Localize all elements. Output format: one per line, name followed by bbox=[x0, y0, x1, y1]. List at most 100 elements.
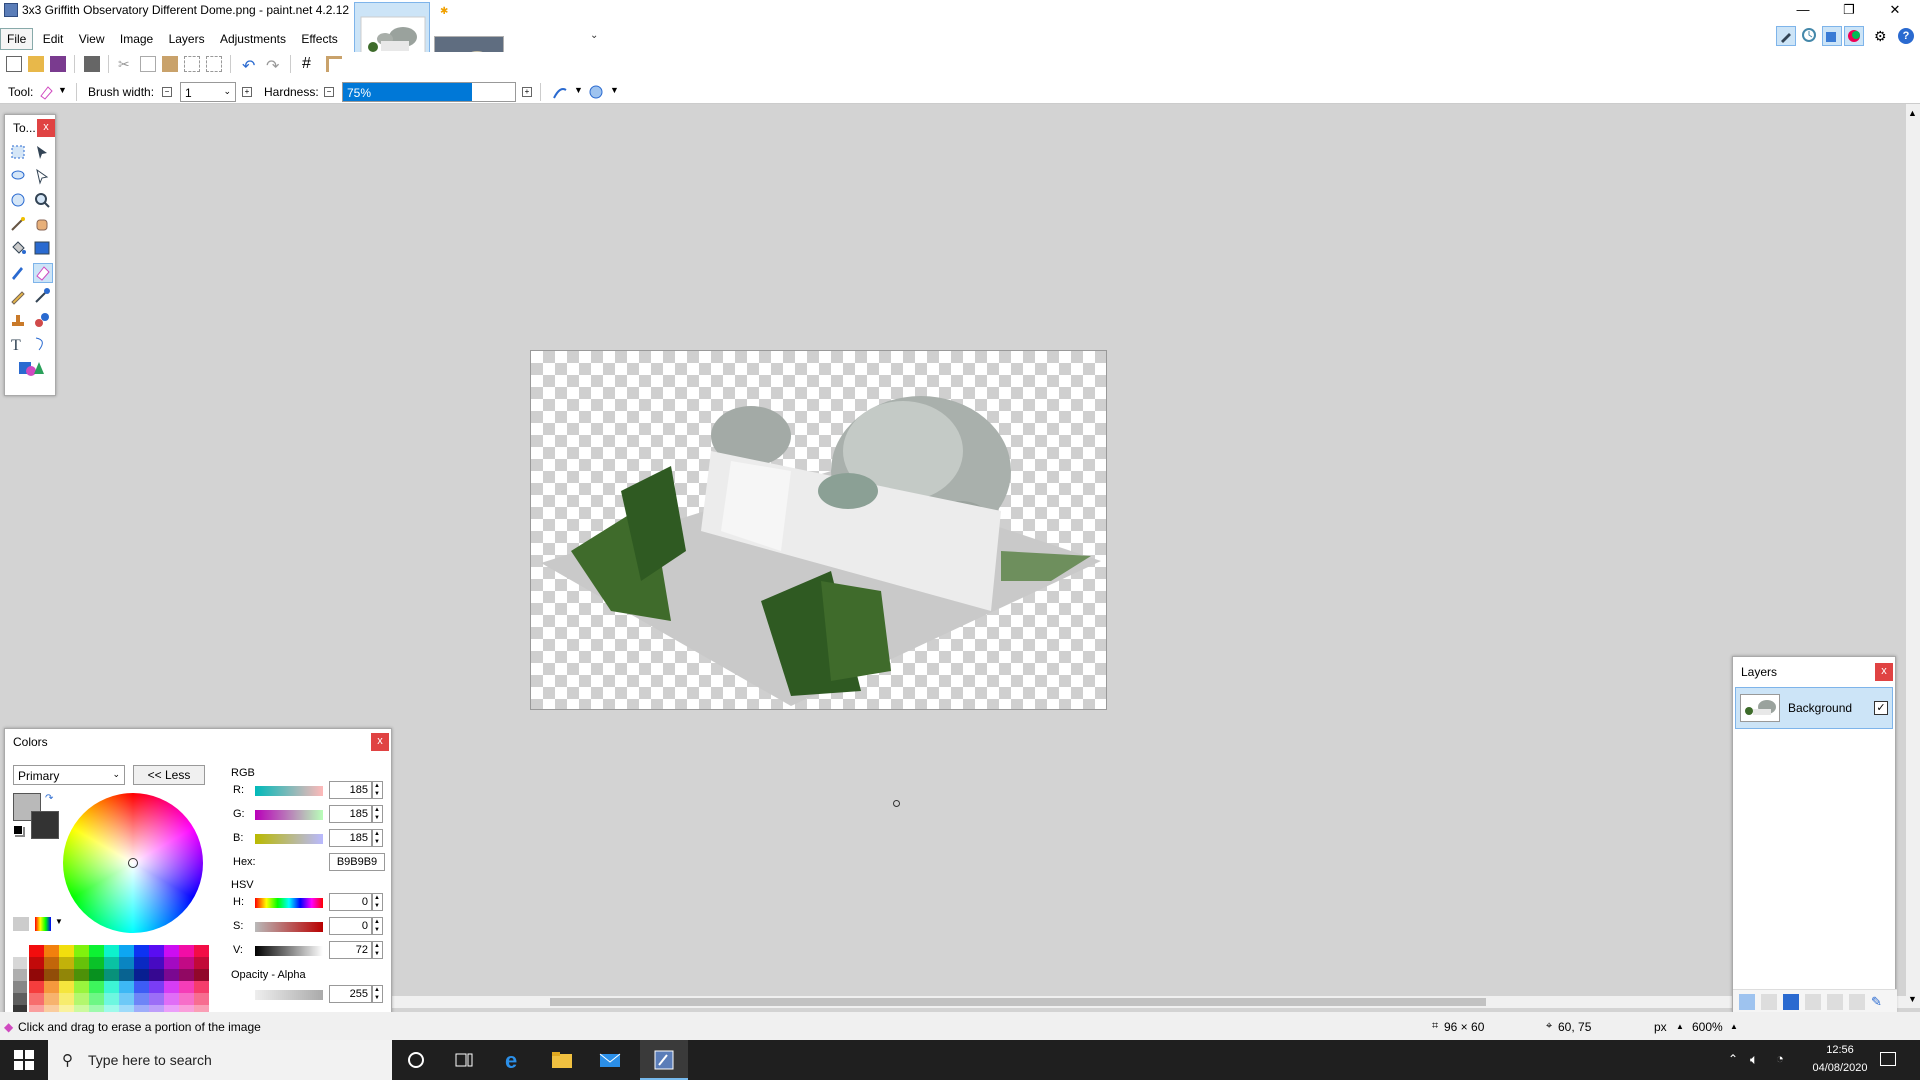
palette-swatch[interactable] bbox=[44, 957, 59, 969]
palette-swatch[interactable] bbox=[104, 957, 119, 969]
hue-slider[interactable] bbox=[255, 898, 323, 908]
blue-spinner[interactable]: ▲ ▼ bbox=[371, 829, 383, 847]
clone-stamp-tool-icon[interactable] bbox=[9, 311, 29, 331]
colors-window-toggle-icon[interactable] bbox=[1844, 26, 1864, 46]
undo-icon[interactable]: ↶ bbox=[242, 56, 258, 75]
layer-visibility-checkbox[interactable]: ✓ bbox=[1874, 701, 1888, 715]
edge-browser-icon[interactable]: e bbox=[502, 1048, 526, 1073]
units-chevron-icon[interactable]: ▲ bbox=[1676, 1022, 1684, 1031]
recolor-tool-icon[interactable] bbox=[33, 311, 53, 331]
tools-window-toggle-icon[interactable] bbox=[1776, 26, 1796, 46]
print-icon[interactable] bbox=[84, 56, 100, 72]
vertical-scrollbar[interactable]: ▲ ▼ bbox=[1906, 104, 1920, 1008]
green-slider[interactable] bbox=[255, 810, 323, 820]
palette-swatch[interactable] bbox=[59, 981, 74, 993]
color-picker-tool-icon[interactable] bbox=[33, 287, 53, 307]
palette-swatch[interactable] bbox=[194, 969, 209, 981]
layers-window-toggle-icon[interactable] bbox=[1822, 26, 1842, 46]
palette-swatch[interactable] bbox=[179, 969, 194, 981]
palette-swatch[interactable] bbox=[134, 981, 149, 993]
close-window-button[interactable]: ✕ bbox=[1872, 0, 1918, 20]
tool-dropdown-chevron-icon[interactable]: ▼ bbox=[58, 85, 67, 95]
hardness-slider[interactable]: 75% bbox=[342, 82, 516, 102]
palette-swatch[interactable] bbox=[179, 957, 194, 969]
taskbar-clock-time[interactable]: 12:56 bbox=[1808, 1044, 1872, 1056]
hex-input[interactable]: B9B9B9 bbox=[329, 853, 385, 871]
line-curve-tool-icon[interactable] bbox=[33, 335, 53, 355]
network-icon[interactable]: ◔ bbox=[1776, 1051, 1784, 1066]
palette-swatch[interactable] bbox=[164, 945, 179, 957]
paintnet-taskbar-button[interactable] bbox=[640, 1040, 688, 1080]
green-spinner[interactable]: ▲ ▼ bbox=[371, 805, 383, 823]
magic-wand-tool-icon[interactable] bbox=[9, 215, 29, 235]
alpha-spinner[interactable]: ▲ ▼ bbox=[371, 985, 383, 1003]
layers-panel-close-button[interactable]: x bbox=[1875, 663, 1893, 681]
green-input[interactable]: 185 bbox=[329, 805, 373, 823]
brush-width-combobox[interactable]: 1 ⌄ bbox=[180, 82, 236, 102]
scroll-down-icon[interactable]: ▼ bbox=[1908, 994, 1917, 1004]
palette-swatch[interactable] bbox=[74, 981, 89, 993]
redo-icon[interactable]: ↷ bbox=[266, 56, 282, 75]
open-file-icon[interactable] bbox=[28, 56, 44, 72]
zoom-level[interactable]: 600% bbox=[1692, 1020, 1723, 1034]
palette-swatch[interactable] bbox=[29, 981, 44, 993]
palette-swatch[interactable] bbox=[149, 993, 164, 1005]
palette-swatch[interactable] bbox=[13, 969, 27, 981]
menu-view[interactable]: View bbox=[73, 29, 111, 49]
image-canvas[interactable] bbox=[530, 350, 1107, 710]
secondary-color-swatch[interactable] bbox=[31, 811, 59, 839]
deselect-icon[interactable] bbox=[206, 56, 222, 72]
tabs-dropdown-icon[interactable]: ⌄ bbox=[590, 30, 598, 41]
palette-swatch[interactable] bbox=[13, 993, 27, 1005]
saturation-input[interactable]: 0 bbox=[329, 917, 373, 935]
menu-image[interactable]: Image bbox=[114, 29, 159, 49]
minimize-button[interactable]: — bbox=[1780, 0, 1826, 20]
new-image-icon[interactable]: ✱ bbox=[440, 6, 450, 17]
less-button[interactable]: << Less bbox=[133, 765, 205, 785]
palette-swatch[interactable] bbox=[44, 945, 59, 957]
menu-layers[interactable]: Layers bbox=[163, 29, 211, 49]
settings-gear-icon[interactable]: ⚙ bbox=[1874, 28, 1890, 44]
palette-swatch[interactable] bbox=[89, 957, 104, 969]
palette-swatch[interactable] bbox=[194, 957, 209, 969]
palette-swatch[interactable] bbox=[149, 957, 164, 969]
palette-swatch[interactable] bbox=[104, 969, 119, 981]
palette-swatch[interactable] bbox=[13, 957, 27, 969]
palette-swatch[interactable] bbox=[59, 969, 74, 981]
palette-swatch[interactable] bbox=[13, 981, 27, 993]
palette-swatch[interactable] bbox=[29, 993, 44, 1005]
palette-swatch[interactable] bbox=[149, 981, 164, 993]
move-selection-tool-icon[interactable] bbox=[33, 167, 53, 187]
horizontal-scrollbar-thumb[interactable] bbox=[550, 998, 1486, 1006]
action-center-icon[interactable] bbox=[1880, 1052, 1896, 1066]
menu-effects[interactable]: Effects bbox=[295, 29, 343, 49]
menu-adjustments[interactable]: Adjustments bbox=[214, 29, 292, 49]
task-view-icon[interactable] bbox=[452, 1048, 476, 1072]
palette-menu-chevron-icon[interactable]: ▼ bbox=[55, 917, 63, 926]
hue-spinner[interactable]: ▲ ▼ bbox=[371, 893, 383, 911]
palette-swatch[interactable] bbox=[134, 993, 149, 1005]
ellipse-select-tool-icon[interactable] bbox=[9, 191, 29, 211]
scroll-up-icon[interactable]: ▲ bbox=[1908, 108, 1917, 118]
palette-swatch[interactable] bbox=[13, 945, 27, 957]
palette-swatch[interactable] bbox=[89, 981, 104, 993]
palette-swatch[interactable] bbox=[89, 969, 104, 981]
color-palette-grid[interactable] bbox=[13, 945, 209, 1017]
palette-swatch[interactable] bbox=[29, 945, 44, 957]
palette-swatch[interactable] bbox=[179, 945, 194, 957]
pixel-grid-icon[interactable]: # bbox=[302, 56, 318, 72]
palette-swatch[interactable] bbox=[59, 957, 74, 969]
palette-swatch[interactable] bbox=[74, 945, 89, 957]
palette-swatch[interactable] bbox=[119, 957, 134, 969]
palette-swatch[interactable] bbox=[194, 945, 209, 957]
palette-swatch[interactable] bbox=[44, 981, 59, 993]
mail-icon[interactable] bbox=[598, 1048, 622, 1072]
layer-row-background[interactable]: Background ✓ bbox=[1735, 687, 1893, 729]
palette-swatch[interactable] bbox=[74, 993, 89, 1005]
cut-icon[interactable]: ✂ bbox=[118, 56, 134, 72]
palette-swatch[interactable] bbox=[179, 981, 194, 993]
horizontal-scrollbar[interactable] bbox=[390, 996, 1906, 1008]
save-file-icon[interactable] bbox=[50, 56, 66, 72]
text-tool-icon[interactable]: T bbox=[9, 335, 29, 355]
palette-swatch[interactable] bbox=[149, 945, 164, 957]
